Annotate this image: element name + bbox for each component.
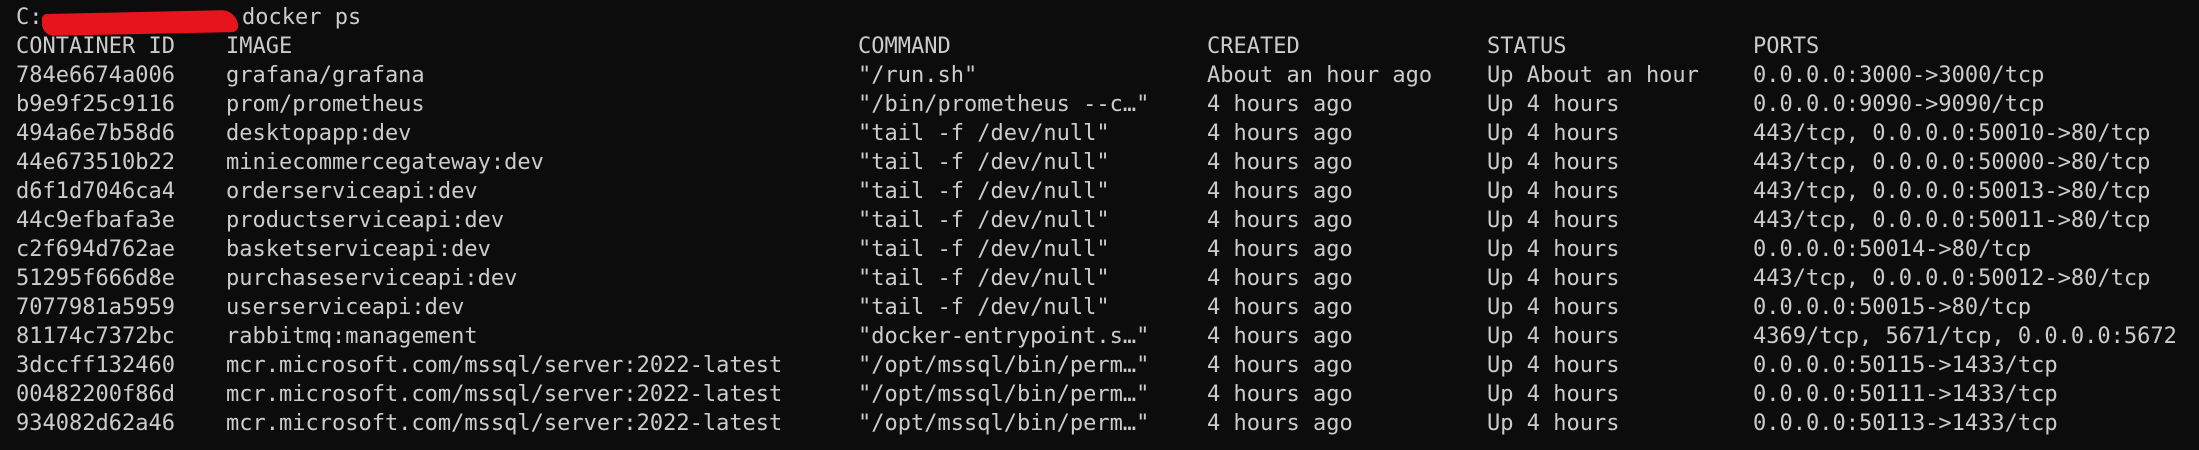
table-header: CONTAINER ID IMAGE COMMAND CREATED STATU… (16, 32, 1819, 61)
cell-ports: 0.0.0.0:50113->1433/tcp (1753, 411, 2058, 436)
cell-status: Up 4 hours (1487, 121, 1620, 146)
cell-created: About an hour ago (1207, 63, 1433, 88)
cell-status: Up 4 hours (1487, 382, 1620, 407)
cell-image: userserviceapi:dev (226, 295, 465, 320)
cell-image: mcr.microsoft.com/mssql/server:2022-late… (226, 411, 783, 436)
prompt-line: C: docker ps (16, 3, 361, 37)
cell-status: Up 4 hours (1487, 92, 1620, 117)
cell-image: orderserviceapi:dev (226, 179, 478, 204)
cell-status: Up 4 hours (1487, 324, 1620, 349)
cell-image: mcr.microsoft.com/mssql/server:2022-late… (226, 353, 783, 378)
cell-image: miniecommercegateway:dev (226, 150, 544, 175)
cell-status: Up 4 hours (1487, 237, 1620, 262)
cell-status: Up About an hour (1487, 63, 1699, 88)
cell-image: basketserviceapi:dev (226, 237, 491, 262)
cell-ports: 0.0.0.0:3000->3000/tcp (1753, 63, 2045, 88)
cell-container-id: 934082d62a46 (16, 411, 175, 436)
command-text: docker ps (242, 5, 362, 30)
cell-status: Up 4 hours (1487, 411, 1620, 436)
cell-container-id: 44c9efbafa3e (16, 208, 175, 233)
cell-image: grafana/grafana (226, 63, 425, 88)
cell-container-id: 3dccff132460 (16, 353, 175, 378)
cell-image: prom/prometheus (226, 92, 425, 117)
cell-command: "tail -f /dev/null" (858, 179, 1110, 204)
cell-created: 4 hours ago (1207, 324, 1353, 349)
cell-status: Up 4 hours (1487, 150, 1620, 175)
cell-ports: 0.0.0.0:50115->1433/tcp (1753, 353, 2058, 378)
cell-image: productserviceapi:dev (226, 208, 505, 233)
cell-ports: 0.0.0.0:50014->80/tcp (1753, 237, 2032, 262)
cell-created: 4 hours ago (1207, 92, 1353, 117)
header-ports: PORTS (1753, 34, 1820, 59)
cell-created: 4 hours ago (1207, 353, 1353, 378)
cell-ports: 0.0.0.0:50111->1433/tcp (1753, 382, 2058, 407)
cell-status: Up 4 hours (1487, 295, 1620, 320)
cell-created: 4 hours ago (1207, 382, 1353, 407)
cell-status: Up 4 hours (1487, 208, 1620, 233)
cell-ports: 443/tcp, 0.0.0.0:50010->80/tcp (1753, 121, 2151, 146)
cell-container-id: c2f694d762ae (16, 237, 175, 262)
cell-ports: 0.0.0.0:9090->9090/tcp (1753, 92, 2045, 117)
cell-created: 4 hours ago (1207, 121, 1353, 146)
cell-command: "tail -f /dev/null" (858, 150, 1110, 175)
cell-created: 4 hours ago (1207, 237, 1353, 262)
cell-command: "/bin/prometheus --c…" (858, 92, 1150, 117)
cell-ports: 443/tcp, 0.0.0.0:50012->80/tcp (1753, 266, 2151, 291)
cell-container-id: 494a6e7b58d6 (16, 121, 175, 146)
cell-created: 4 hours ago (1207, 208, 1353, 233)
terminal-window[interactable]: C: docker ps CONTAINER ID IMAGE COMMAND … (0, 0, 2199, 450)
cell-container-id: 81174c7372bc (16, 324, 175, 349)
cell-container-id: d6f1d7046ca4 (16, 179, 175, 204)
cell-command: "tail -f /dev/null" (858, 237, 1110, 262)
cell-command: "tail -f /dev/null" (858, 121, 1110, 146)
header-container-id: CONTAINER ID (16, 34, 175, 59)
cell-ports: 443/tcp, 0.0.0.0:50011->80/tcp (1753, 208, 2151, 233)
cell-container-id: 44e673510b22 (16, 150, 175, 175)
cell-image: desktopapp:dev (226, 121, 412, 146)
cell-container-id: 784e6674a006 (16, 63, 175, 88)
cell-image: rabbitmq:management (226, 324, 478, 349)
cell-container-id: 00482200f86d (16, 382, 175, 407)
cell-container-id: 7077981a5959 (16, 295, 175, 320)
cell-status: Up 4 hours (1487, 179, 1620, 204)
cell-command: "docker-entrypoint.s…" (858, 324, 1150, 349)
header-status: STATUS (1487, 34, 1567, 59)
cell-command: "/opt/mssql/bin/perm…" (858, 353, 1150, 378)
header-image: IMAGE (226, 34, 293, 59)
header-created: CREATED (1207, 34, 1300, 59)
cell-created: 4 hours ago (1207, 179, 1353, 204)
cell-command: "/opt/mssql/bin/perm…" (858, 382, 1150, 407)
cell-image: mcr.microsoft.com/mssql/server:2022-late… (226, 382, 783, 407)
cell-created: 4 hours ago (1207, 150, 1353, 175)
cell-command: "/run.sh" (858, 63, 978, 88)
cell-ports: 0.0.0.0:50015->80/tcp (1753, 295, 2032, 320)
cell-container-id: b9e9f25c9116 (16, 92, 175, 117)
header-command: COMMAND (858, 34, 951, 59)
cell-status: Up 4 hours (1487, 353, 1620, 378)
cell-created: 4 hours ago (1207, 266, 1353, 291)
cell-status: Up 4 hours (1487, 266, 1620, 291)
cell-created: 4 hours ago (1207, 295, 1353, 320)
cell-ports: 443/tcp, 0.0.0.0:50013->80/tcp (1753, 179, 2151, 204)
cell-ports: 4369/tcp, 5671/tcp, 0.0.0.0:5672 (1753, 324, 2177, 349)
cell-command: "tail -f /dev/null" (858, 295, 1110, 320)
cell-ports: 443/tcp, 0.0.0.0:50000->80/tcp (1753, 150, 2151, 175)
cell-created: 4 hours ago (1207, 411, 1353, 436)
cell-command: "tail -f /dev/null" (858, 208, 1110, 233)
cell-container-id: 51295f666d8e (16, 266, 175, 291)
cell-command: "/opt/mssql/bin/perm…" (858, 411, 1150, 436)
prompt-prefix: C: (16, 5, 43, 30)
cell-command: "tail -f /dev/null" (858, 266, 1110, 291)
cell-image: purchaseserviceapi:dev (226, 266, 518, 291)
